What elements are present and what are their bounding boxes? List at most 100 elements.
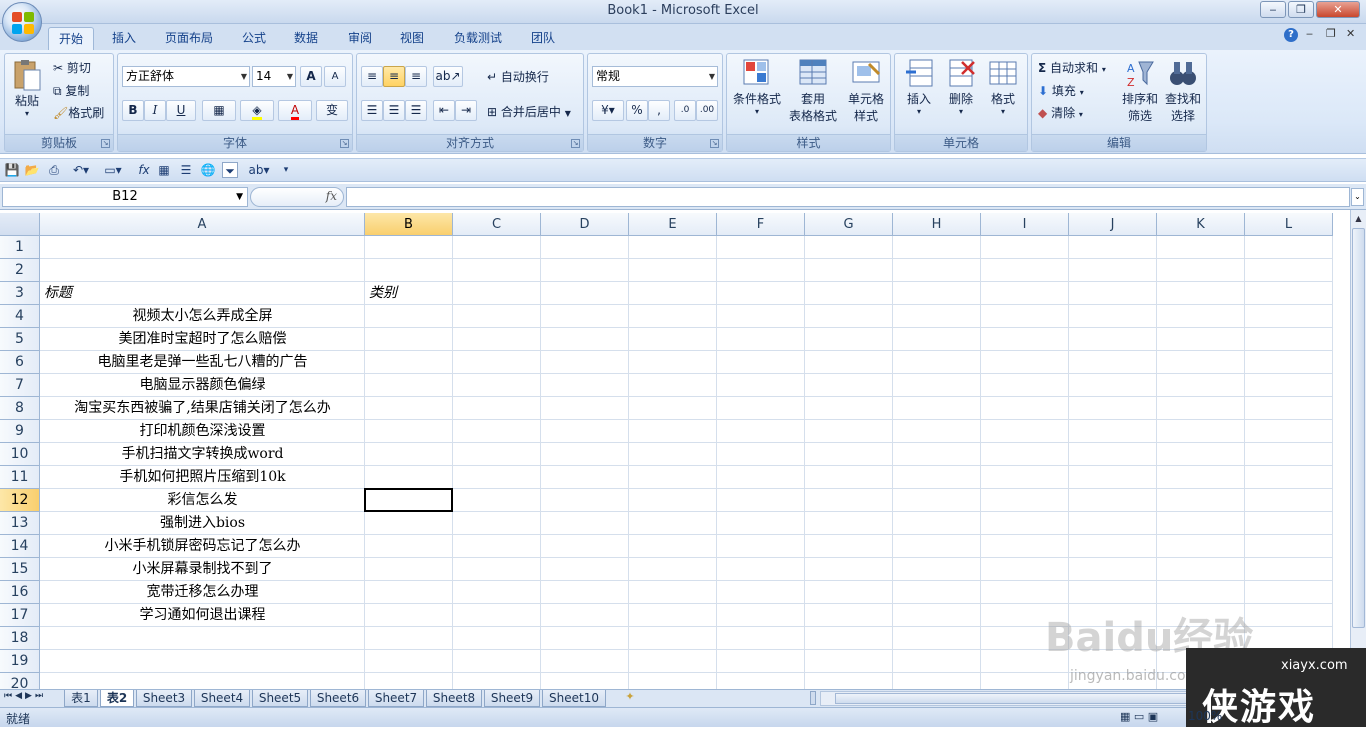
row-header[interactable]: 5 [0, 328, 40, 351]
cell-a9[interactable]: 打印机颜色深浅设置 [44, 420, 361, 443]
tab-home[interactable]: 开始 [48, 27, 94, 50]
globe-icon[interactable]: 🌐 [200, 162, 216, 178]
shrink-font-button[interactable]: A [324, 66, 346, 87]
orientation-button[interactable]: ab↗ [433, 66, 463, 87]
border-button[interactable]: ▦ [202, 100, 236, 121]
sort-filter-button[interactable]: AZ 排序和 筛选 [1120, 58, 1160, 124]
cell-a8[interactable]: 淘宝买东西被骗了,结果店铺关闭了怎么办 [44, 397, 361, 420]
cell-styles-button[interactable]: 单元格 样式 [843, 58, 889, 124]
font-size-select[interactable]: 14 ▼ [252, 66, 296, 87]
cell-a3[interactable]: 标题 [44, 282, 361, 305]
conditional-formatting-button[interactable]: 条件格式 ▾ [731, 58, 783, 116]
sheet-tab[interactable]: Sheet3 [136, 690, 192, 707]
name-box[interactable]: B12 ▼ [2, 187, 248, 207]
decrease-decimal-button[interactable]: .00 [696, 100, 718, 121]
filter-icon[interactable]: ⏷ [222, 162, 238, 178]
row-header[interactable]: 11 [0, 466, 40, 489]
row-header[interactable]: 19 [0, 650, 40, 673]
cell-b3[interactable]: 类别 [369, 282, 449, 305]
align-top-button[interactable]: ≡ [361, 66, 383, 87]
row-header[interactable]: 12 [0, 489, 40, 512]
ribbon-restore-icon[interactable]: ❐ [1326, 27, 1336, 40]
ribbon-close-icon[interactable]: ✕ [1346, 27, 1355, 40]
align-center-button[interactable]: ☰ [383, 100, 405, 121]
cell-a4[interactable]: 视频太小怎么弄成全屏 [44, 305, 361, 328]
row-header[interactable]: 4 [0, 305, 40, 328]
row-header[interactable]: 7 [0, 374, 40, 397]
column-header[interactable]: D [541, 213, 629, 236]
decrease-indent-button[interactable]: ⇤ [433, 100, 455, 121]
fill-color-button[interactable]: ◈ [240, 100, 274, 121]
sheet-tab[interactable]: 表1 [64, 690, 98, 707]
autosum-button[interactable]: Σ 自动求和 ▾ [1038, 59, 1106, 76]
align-bottom-button[interactable]: ≡ [405, 66, 427, 87]
sheet-tab[interactable]: Sheet6 [310, 690, 366, 707]
vertical-scrollbar[interactable]: ▲ [1350, 210, 1366, 689]
close-button[interactable]: ✕ [1316, 1, 1360, 18]
row-header[interactable]: 13 [0, 512, 40, 535]
column-header[interactable]: L [1245, 213, 1333, 236]
cell-a5[interactable]: 美团准时宝超时了怎么赔偿 [44, 328, 361, 351]
column-header[interactable]: I [981, 213, 1069, 236]
cell-a14[interactable]: 小米手机锁屏密码忘记了怎么办 [44, 535, 361, 558]
insert-function-button[interactable]: fx [326, 189, 337, 203]
insert-chart-icon[interactable]: ▭▾ [100, 162, 126, 178]
minimize-button[interactable]: ‒ [1260, 1, 1286, 18]
tab-insert[interactable]: 插入 [102, 27, 146, 50]
alignment-launcher-icon[interactable]: ↘ [571, 139, 580, 148]
cell-a6[interactable]: 电脑里老是弹一些乱七八糟的广告 [44, 351, 361, 374]
row-header[interactable]: 6 [0, 351, 40, 374]
grid-table-icon[interactable]: ▦ [156, 162, 172, 178]
customize-toolbar-icon[interactable]: ▾ [278, 162, 294, 178]
cut-button[interactable]: ✂ 剪切 [53, 59, 91, 76]
comma-button[interactable]: , [648, 100, 670, 121]
bold-button[interactable]: B [122, 100, 144, 121]
cell-a15[interactable]: 小米屏幕录制找不到了 [44, 558, 361, 581]
tab-view[interactable]: 视图 [390, 27, 434, 50]
row-header[interactable]: 10 [0, 443, 40, 466]
tab-load-test[interactable]: 负载测试 [444, 27, 512, 50]
open-folder-icon[interactable]: 📂 [24, 162, 40, 178]
row-header[interactable]: 15 [0, 558, 40, 581]
align-middle-button[interactable]: ≡ [383, 66, 405, 87]
row-header[interactable]: 16 [0, 581, 40, 604]
font-name-select[interactable]: 方正舒体 ▼ [122, 66, 250, 87]
clipboard-launcher-icon[interactable]: ↘ [101, 139, 110, 148]
office-button[interactable] [2, 2, 42, 42]
row-header[interactable]: 1 [0, 236, 40, 259]
format-as-table-button[interactable]: 套用 表格格式 [785, 58, 841, 124]
active-cell-selection[interactable] [364, 488, 453, 512]
clear-format-icon[interactable]: ab▾ [246, 162, 272, 178]
column-header[interactable]: B [365, 213, 453, 236]
view-buttons[interactable]: ▦ ▭ ▣ [1120, 710, 1158, 723]
row-header[interactable]: 17 [0, 604, 40, 627]
h-scroll-thumb[interactable] [835, 693, 1225, 704]
formula-input[interactable] [346, 187, 1350, 207]
sheet-tab[interactable]: Sheet4 [194, 690, 250, 707]
number-launcher-icon[interactable]: ↘ [710, 139, 719, 148]
row-header[interactable]: 3 [0, 282, 40, 305]
cell-a13[interactable]: 强制进入bios [44, 512, 361, 535]
sheet-tab[interactable]: Sheet8 [426, 690, 482, 707]
column-header[interactable]: J [1069, 213, 1157, 236]
select-all-corner[interactable] [0, 213, 40, 236]
number-format-select[interactable]: 常规 ▼ [592, 66, 718, 87]
align-right-button[interactable]: ☰ [405, 100, 427, 121]
align-left-button[interactable]: ☰ [361, 100, 383, 121]
wrap-text-button[interactable]: ↵ 自动换行 [487, 68, 549, 85]
restore-button[interactable]: ❐ [1288, 1, 1314, 18]
increase-indent-button[interactable]: ⇥ [455, 100, 477, 121]
font-color-button[interactable]: A [278, 100, 312, 121]
column-header[interactable]: K [1157, 213, 1245, 236]
cell-a11[interactable]: 手机如何把照片压缩到10k [44, 466, 361, 489]
tab-review[interactable]: 审阅 [338, 27, 382, 50]
cell-a12[interactable]: 彩信怎么发 [44, 489, 361, 512]
column-header[interactable]: G [805, 213, 893, 236]
increase-decimal-button[interactable]: .0 [674, 100, 696, 121]
merge-center-button[interactable]: ⊞ 合并后居中 ▼ [487, 103, 571, 120]
percent-button[interactable]: % [626, 100, 648, 121]
row-header[interactable]: 8 [0, 397, 40, 420]
row-header[interactable]: 18 [0, 627, 40, 650]
column-header[interactable]: C [453, 213, 541, 236]
fill-button[interactable]: ⬇ 填充 ▾ [1038, 82, 1084, 99]
